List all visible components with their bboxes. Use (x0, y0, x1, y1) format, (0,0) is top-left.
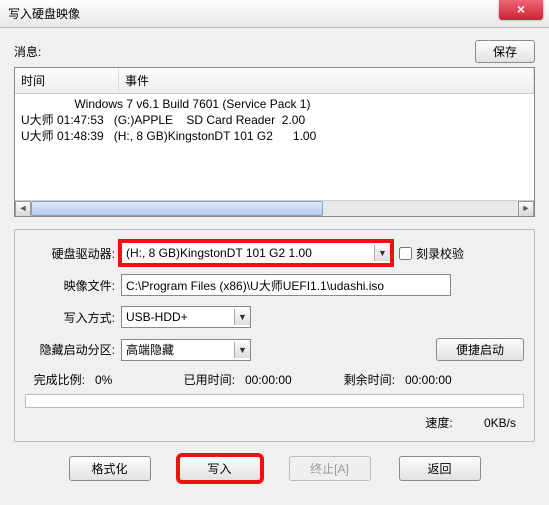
image-label: 映像文件: (25, 277, 115, 294)
horizontal-scrollbar[interactable]: ◄ ► (15, 200, 534, 216)
scroll-track[interactable] (31, 201, 518, 216)
chevron-down-icon[interactable]: ▼ (374, 245, 390, 261)
format-button[interactable]: 格式化 (69, 456, 151, 481)
hidden-value: 高端隐藏 (126, 341, 174, 358)
close-button[interactable]: × (499, 0, 543, 20)
progress-bar (25, 394, 524, 408)
progress-value: 0% (95, 373, 155, 387)
mode-select[interactable]: USB-HDD+ ▼ (121, 306, 251, 328)
chevron-down-icon[interactable]: ▼ (234, 309, 250, 325)
drive-label: 硬盘驱动器: (25, 245, 115, 262)
save-button[interactable]: 保存 (475, 40, 535, 63)
remain-value: 00:00:00 (405, 373, 452, 387)
button-bar: 格式化 写入 终止[A] 返回 (14, 456, 535, 481)
back-button[interactable]: 返回 (399, 456, 481, 481)
form-panel: 硬盘驱动器: (H:, 8 GB)KingstonDT 101 G2 1.00 … (14, 229, 535, 442)
message-label: 消息: (14, 43, 41, 60)
quickboot-button[interactable]: 便捷启动 (436, 338, 524, 361)
elapsed-label: 已用时间: (165, 371, 235, 388)
content-area: 消息: 保存 时间 事件 Windows 7 v6.1 Build 7601 (… (0, 28, 549, 505)
scroll-thumb[interactable] (31, 201, 323, 216)
status-row: 完成比例: 0% 已用时间: 00:00:00 剩余时间: 00:00:00 (25, 371, 524, 388)
titlebar: 写入硬盘映像 × (0, 0, 549, 28)
hidden-label: 隐藏启动分区: (25, 341, 115, 358)
speed-label: 速度: (425, 416, 452, 430)
col-time[interactable]: 时间 (15, 68, 119, 93)
remain-label: 剩余时间: (325, 371, 395, 388)
col-event[interactable]: 事件 (119, 68, 534, 93)
drive-select[interactable]: (H:, 8 GB)KingstonDT 101 G2 1.00 ▼ (121, 242, 391, 264)
abort-button: 终止[A] (289, 456, 371, 481)
scroll-left-icon[interactable]: ◄ (15, 201, 31, 217)
elapsed-value: 00:00:00 (245, 373, 315, 387)
image-field[interactable]: C:\Program Files (x86)\U大师UEFI1.1\udashi… (121, 274, 451, 296)
mode-value: USB-HDD+ (126, 310, 188, 324)
drive-value: (H:, 8 GB)KingstonDT 101 G2 1.00 (126, 246, 312, 260)
mode-label: 写入方式: (25, 309, 115, 326)
write-button[interactable]: 写入 (179, 456, 261, 481)
log-header: 时间 事件 (15, 68, 534, 94)
verify-label: 刻录校验 (416, 245, 464, 262)
chevron-down-icon[interactable]: ▼ (234, 342, 250, 358)
image-value: C:\Program Files (x86)\U大师UEFI1.1\udashi… (126, 277, 384, 294)
log-line: U大师 01:47:53 (G:)APPLE SD Card Reader 2.… (21, 113, 305, 127)
hidden-select[interactable]: 高端隐藏 ▼ (121, 339, 251, 361)
log-line: Windows 7 v6.1 Build 7601 (Service Pack … (21, 97, 310, 111)
speed-value: 0KB/s (456, 416, 516, 430)
log-line: U大师 01:48:39 (H:, 8 GB)KingstonDT 101 G2… (21, 129, 316, 143)
log-body: Windows 7 v6.1 Build 7601 (Service Pack … (15, 94, 534, 202)
log-panel: 时间 事件 Windows 7 v6.1 Build 7601 (Service… (14, 67, 535, 217)
progress-label: 完成比例: (25, 371, 85, 388)
verify-checkbox-input[interactable] (399, 247, 412, 260)
scroll-right-icon[interactable]: ► (518, 201, 534, 217)
verify-checkbox[interactable]: 刻录校验 (399, 245, 489, 262)
window-title: 写入硬盘映像 (8, 5, 80, 22)
